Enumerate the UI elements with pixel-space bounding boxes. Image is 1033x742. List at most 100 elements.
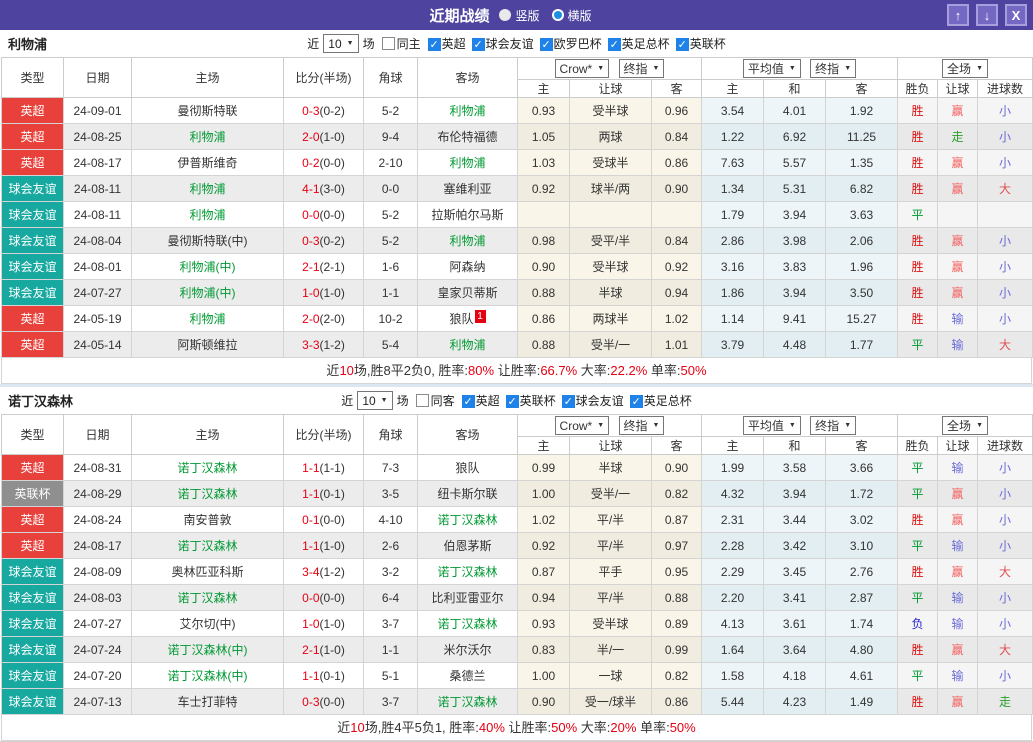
league-checkbox-checked[interactable]: ✓: [471, 38, 485, 51]
fulltime-score: 3-3: [302, 337, 320, 352]
chevron-down-icon: ▼: [844, 422, 852, 429]
corners: 3-5: [363, 480, 418, 507]
euro-home-odds: 1.79: [701, 201, 764, 228]
summary-text: 66.7%: [540, 363, 578, 378]
handicap-line: 受半球: [569, 610, 652, 637]
euro-time-select[interactable]: 终指 ▼: [810, 59, 857, 78]
league-badge: 球会友谊: [1, 253, 64, 280]
move-down-button[interactable]: ↓: [976, 4, 998, 26]
league-checkbox-checked[interactable]: ✓: [505, 395, 519, 408]
euro-away-odds: 1.96: [824, 253, 899, 280]
period-select[interactable]: 全场 ▼: [942, 59, 988, 78]
bookmaker-select[interactable]: Crow* ▼: [554, 416, 610, 436]
result-outcome: 胜: [897, 123, 939, 150]
league-checkbox-checked[interactable]: ✓: [561, 395, 575, 408]
league-badge: 英超: [1, 454, 64, 481]
home-team: 伊普斯维奇: [131, 149, 284, 176]
halftime-score: (1-0): [319, 538, 345, 553]
period-select[interactable]: 全场 ▼: [942, 416, 988, 435]
away-team-name: 利物浦: [449, 234, 486, 248]
col-asian-home: 主: [517, 436, 570, 455]
corners: 7-3: [363, 454, 418, 481]
asian-home-odds: [517, 201, 570, 228]
euro-source-select[interactable]: 平均值 ▼: [742, 416, 801, 435]
league-badge: 英超: [1, 123, 64, 150]
asian-home-odds: 1.05: [517, 123, 570, 150]
euro-source-select[interactable]: 平均值 ▼: [742, 59, 801, 78]
home-team: 车士打菲特: [131, 688, 284, 715]
result-outcome: 胜: [897, 253, 939, 280]
team-name: 利物浦: [8, 37, 48, 52]
layout-option-horizontal[interactable]: 横版: [551, 7, 592, 24]
league-checkbox-checked[interactable]: ✓: [675, 38, 689, 51]
handicap-line: 平/半: [569, 532, 652, 559]
handicap-line: 受平/半: [569, 227, 652, 254]
result-handicap: 输: [937, 305, 979, 332]
same-venue-checkbox[interactable]: [381, 37, 395, 50]
layout-option-vertical[interactable]: 竖版: [499, 7, 540, 24]
home-team: 诺丁汉森林(中): [131, 662, 284, 689]
same-venue-checkbox[interactable]: [415, 394, 429, 407]
odds-time-select[interactable]: 终指 ▼: [618, 58, 665, 78]
fulltime-score: 3-4: [302, 564, 320, 579]
away-team-name: 利物浦: [449, 156, 486, 170]
same-venue-label: 同主: [396, 37, 421, 51]
result-goals: 走: [977, 688, 1033, 715]
fulltime-score: 1-1: [302, 460, 320, 475]
asian-away-odds: 0.90: [651, 175, 702, 202]
asian-home-odds: 0.83: [517, 636, 570, 663]
result-group: 全场 ▼: [897, 57, 1033, 80]
home-team: 利物浦: [131, 201, 284, 228]
asian-home-odds: 0.92: [517, 175, 570, 202]
league-checkbox-checked[interactable]: ✓: [539, 38, 553, 51]
home-team-name: 诺丁汉森林: [177, 591, 238, 605]
close-button[interactable]: X: [1005, 4, 1027, 26]
away-team: 米尔沃尔: [417, 636, 518, 663]
radio-unselected-icon[interactable]: [499, 9, 512, 21]
match-date: 24-08-09: [63, 558, 132, 585]
home-team: 阿斯顿维拉: [131, 331, 284, 358]
handicap-line: 一球: [569, 662, 652, 689]
match-date: 24-05-19: [63, 305, 132, 332]
halftime-score: (1-0): [319, 642, 345, 657]
euro-home-odds: 4.13: [701, 610, 764, 637]
match-count-select[interactable]: 10 ▼: [323, 34, 359, 53]
league-checkbox-checked[interactable]: ✓: [629, 395, 643, 408]
handicap-line: 半/一: [569, 636, 652, 663]
result-outcome: 平: [897, 331, 939, 358]
away-team-name: 诺丁汉森林: [437, 513, 498, 527]
recent-results-window: 近期战绩 竖版 横版 ↑ ↓ X 利物浦 近 10 ▼ 场 同主 ✓ 英超 ✓ 球会友谊…: [0, 0, 1033, 742]
away-team: 桑德兰: [417, 662, 518, 689]
corners: 5-2: [363, 201, 418, 228]
match-row: 球会友谊 24-07-24 诺丁汉森林(中) 2-1(1-0) 1-1 米尔沃尔 0.83 半…: [1, 636, 1033, 663]
move-up-button[interactable]: ↑: [947, 4, 969, 26]
league-checkbox-checked[interactable]: ✓: [427, 38, 441, 51]
radio-selected-icon[interactable]: [551, 9, 564, 21]
score: 0-0(0-0): [283, 201, 364, 228]
euro-home-odds: 1.22: [701, 123, 764, 150]
col-euro-home: 主: [701, 436, 764, 455]
euro-odds-group: 平均值 ▼ 终指 ▼: [700, 414, 899, 437]
bookmaker-select[interactable]: Crow* ▼: [554, 59, 610, 79]
away-team: 利物浦: [417, 149, 518, 176]
league-checkbox-checked[interactable]: ✓: [607, 38, 621, 51]
halftime-score: (0-1): [319, 486, 345, 501]
league-checkbox-checked[interactable]: ✓: [461, 395, 475, 408]
league-badge: 英超: [1, 305, 64, 332]
odds-time-select[interactable]: 终指 ▼: [618, 415, 665, 435]
halftime-score: (3-0): [319, 181, 345, 196]
fulltime-score: 1-1: [302, 486, 320, 501]
asian-away-odds: 0.84: [651, 123, 702, 150]
home-team: 艾尔切(中): [131, 610, 284, 637]
away-team-name: 阿森纳: [449, 260, 486, 274]
same-venue-label: 同客: [430, 394, 455, 408]
match-row: 球会友谊 24-07-27 艾尔切(中) 1-0(1-0) 3-7 诺丁汉森林 0.93 受半…: [1, 610, 1033, 637]
asian-home-odds: 0.90: [517, 253, 570, 280]
euro-time-select[interactable]: 终指 ▼: [810, 416, 857, 435]
result-outcome: 胜: [897, 688, 939, 715]
euro-away-odds: 15.27: [824, 305, 899, 332]
match-row: 英超 24-08-17 诺丁汉森林 1-1(1-0) 2-6 伯恩茅斯 0.92 平/半 0.9…: [1, 532, 1033, 559]
chevron-down-icon: ▼: [788, 422, 796, 429]
match-count-select[interactable]: 10 ▼: [357, 391, 393, 410]
euro-home-odds: 3.79: [701, 331, 764, 358]
